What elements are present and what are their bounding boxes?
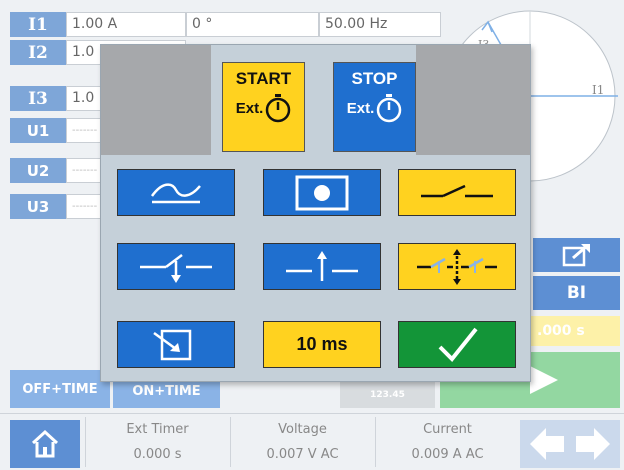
- contact-open-icon: [421, 184, 493, 197]
- confirm-button[interactable]: [398, 321, 516, 368]
- contact-both-icon: [417, 248, 497, 285]
- trigger-settings-dialog: START Ext. STOP Ext. 10 ms: [100, 44, 531, 382]
- record-icon: [295, 175, 349, 210]
- stop-ext-trigger-button[interactable]: STOP Ext.: [333, 62, 416, 152]
- home-icon: [31, 429, 59, 458]
- off-time-label: OFF+TIME: [22, 381, 98, 397]
- channel-row-i1: I1 1.00 A 0 ° 50.00 Hz: [10, 12, 441, 37]
- voltage-value: 0.007 V AC: [266, 447, 339, 462]
- contact-up-icon: [286, 250, 358, 281]
- start-ext-label: Ext.: [235, 99, 264, 117]
- contact-both-button[interactable]: [398, 243, 516, 290]
- phase-field-i1[interactable]: 0 °: [186, 12, 319, 37]
- channel-tag-u3[interactable]: U3: [10, 194, 66, 219]
- previous-arrow-icon[interactable]: [528, 426, 568, 462]
- status-bar: Ext Timer 0.000 s Voltage 0.007 V AC Cur…: [0, 413, 624, 470]
- stopwatch-icon: [377, 94, 402, 123]
- export-icon: [562, 243, 590, 267]
- home-button[interactable]: [10, 420, 80, 468]
- off-time-button[interactable]: OFF+TIME: [10, 370, 110, 408]
- load-file-button[interactable]: [117, 321, 235, 368]
- binary-input-label: BI: [566, 283, 587, 303]
- analog-trigger-button[interactable]: [117, 169, 235, 216]
- current-value: 0.009 A AC: [411, 447, 484, 462]
- stopwatch-icon: [266, 94, 291, 123]
- ext-timer-label: Ext Timer: [126, 422, 189, 437]
- contact-open-button[interactable]: [398, 169, 516, 216]
- delay-label: 10 ms: [296, 334, 348, 354]
- delay-button[interactable]: 10 ms: [263, 321, 381, 368]
- voltage-status: Voltage 0.007 V AC: [230, 417, 375, 467]
- counter-label: 123.45: [370, 390, 405, 400]
- contact-down-button[interactable]: [117, 243, 235, 290]
- start-ext-trigger-button[interactable]: START Ext.: [222, 62, 305, 152]
- page-nav: [520, 420, 620, 468]
- current-status: Current 0.009 A AC: [375, 417, 520, 467]
- amplitude-field-i1[interactable]: 1.00 A: [66, 12, 186, 37]
- stop-label: STOP: [351, 69, 398, 88]
- channel-tag-i3[interactable]: I3: [10, 86, 66, 111]
- contact-down-icon: [140, 253, 212, 283]
- time-readout-value: .000 s: [537, 323, 585, 339]
- export-button[interactable]: [533, 238, 620, 272]
- ext-timer-status: Ext Timer 0.000 s: [85, 417, 230, 467]
- current-label: Current: [423, 422, 472, 437]
- frequency-field-i1[interactable]: 50.00 Hz: [319, 12, 441, 37]
- binary-input-button[interactable]: BI: [533, 276, 620, 310]
- next-arrow-icon[interactable]: [572, 426, 612, 462]
- stop-ext-label: Ext.: [346, 99, 375, 117]
- record-trigger-button[interactable]: [263, 169, 381, 216]
- load-file-icon: [153, 329, 192, 360]
- on-time-button[interactable]: ON+TIME: [113, 382, 220, 408]
- time-readout: .000 s: [531, 316, 620, 346]
- voltage-label: Voltage: [278, 422, 327, 437]
- sine-wave-icon: [150, 182, 201, 203]
- confirm-check-icon: [438, 327, 478, 362]
- vector-label-i1: I1: [592, 83, 604, 97]
- counter-button[interactable]: 123.45: [340, 382, 435, 408]
- on-time-label: ON+TIME: [132, 384, 201, 399]
- contact-up-button[interactable]: [263, 243, 381, 290]
- start-label: START: [235, 69, 292, 88]
- channel-tag-i1[interactable]: I1: [10, 12, 66, 37]
- ext-timer-value: 0.000 s: [133, 447, 182, 462]
- channel-tag-u2[interactable]: U2: [10, 158, 66, 183]
- channel-tag-u1[interactable]: U1: [10, 118, 66, 143]
- channel-tag-i2[interactable]: I2: [10, 40, 66, 65]
